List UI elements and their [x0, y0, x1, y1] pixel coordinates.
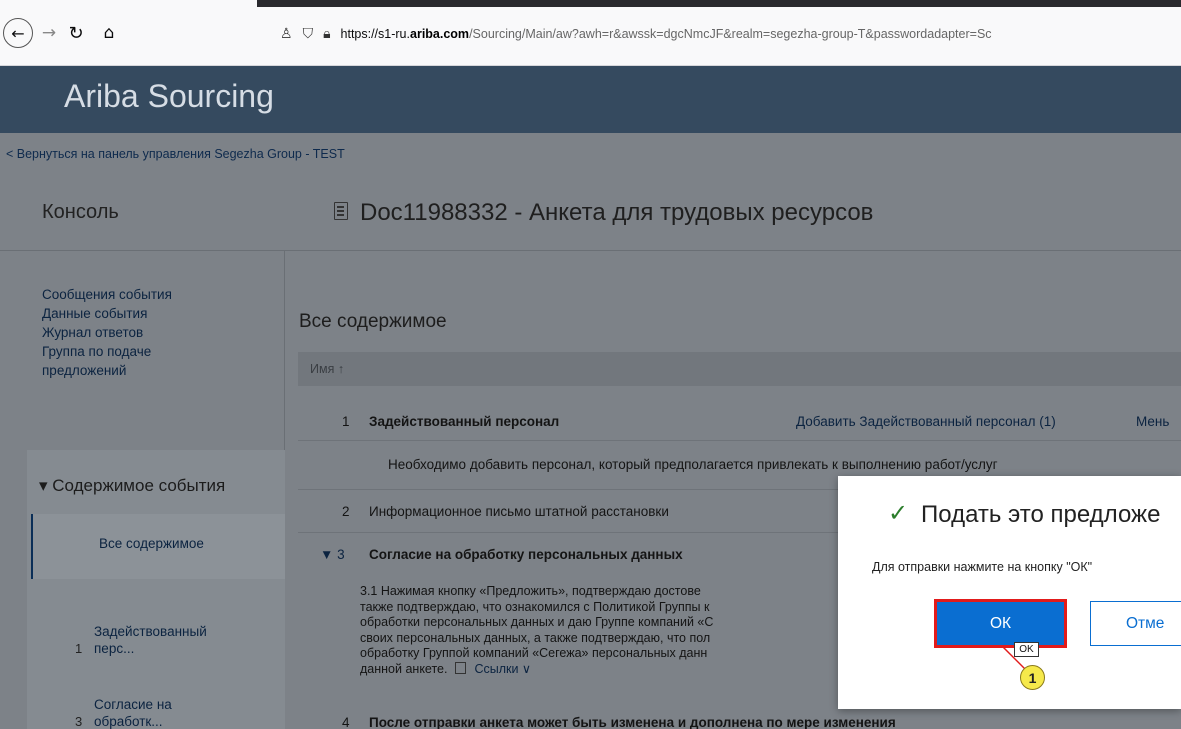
- references-dropdown[interactable]: Ссылки ∨: [474, 662, 531, 676]
- page-title: Doc11988332 - Анкета для трудовых ресурс…: [360, 199, 874, 226]
- sidebar-item-all-content[interactable]: Все содержимое: [31, 514, 285, 579]
- tab-strip: [257, 0, 1181, 7]
- back-arrow-icon[interactable]: ←: [3, 18, 33, 48]
- row-title: После отправки анкета может быть изменен…: [369, 715, 896, 729]
- sidebar-item-number: 3: [75, 714, 83, 729]
- document-icon: [334, 202, 348, 220]
- submit-dialog: ✓ Подать это предложе Для отправки нажми…: [838, 476, 1181, 709]
- library-icon[interactable]: ♙: [280, 26, 293, 42]
- url-prefix: https://s1-ru.: [340, 27, 410, 41]
- sidebar-item-bid-group[interactable]: Группа по подаче: [42, 342, 172, 361]
- sidebar-item-consent[interactable]: Согласие на обработк...: [94, 696, 172, 729]
- home-icon[interactable]: ⌂: [96, 18, 122, 48]
- screen: ← → ↻ ⌂ ♙ ⛉ 🔒︎ https://s1-ru. ariba.com/S…: [0, 0, 1181, 729]
- sidebar-item-label: Согласие на: [94, 697, 172, 712]
- sidebar-item-personnel[interactable]: Задействованный перс...: [94, 623, 207, 657]
- reload-icon[interactable]: ↻: [66, 18, 86, 48]
- add-personnel-link[interactable]: Добавить Задействованный персонал (1): [796, 414, 1056, 429]
- event-content-toggle[interactable]: ▾ Содержимое события: [39, 476, 225, 496]
- header-divider: [0, 250, 1181, 251]
- section-title: Все содержимое: [299, 311, 447, 332]
- row-title: Задействованный персонал: [369, 414, 560, 429]
- row-description: Необходимо добавить персонал, который пр…: [388, 457, 998, 472]
- sidebar-links: Сообщения события Данные события Журнал …: [42, 285, 172, 380]
- app-title: Ariba Sourcing: [64, 78, 274, 114]
- app-header: Ariba Sourcing: [0, 66, 1181, 133]
- sidebar-item-label: Все содержимое: [99, 536, 204, 551]
- cancel-button[interactable]: Отме: [1090, 601, 1181, 646]
- sidebar-item-label: перс...: [94, 641, 135, 656]
- step-number-badge: 1: [1020, 665, 1045, 690]
- checkmark-icon: ✓: [888, 499, 909, 527]
- expand-toggle[interactable]: ▼ 3: [320, 547, 345, 562]
- back-to-dashboard-link[interactable]: < Вернуться на панель управления Segezha…: [6, 147, 345, 161]
- row-divider: [298, 440, 1181, 441]
- lock-icon: 🔒︎: [323, 26, 331, 42]
- column-header-name[interactable]: Имя ↑: [310, 362, 344, 376]
- row-number: 4: [342, 715, 350, 729]
- less-link[interactable]: Мень: [1136, 414, 1169, 429]
- sidebar-item-event-data[interactable]: Данные события: [42, 304, 172, 323]
- sidebar-item-response-log[interactable]: Журнал ответов: [42, 323, 172, 342]
- sidebar-item-label: обработк...: [94, 714, 163, 729]
- dialog-message: Для отправки нажмите на кнопку "ОК": [872, 560, 1093, 574]
- sidebar-item-number: 1: [75, 641, 83, 656]
- event-content-group: ▾ Содержимое события Все содержимое 1 За…: [27, 450, 285, 729]
- ok-button[interactable]: ОК: [934, 599, 1067, 648]
- row-title: Согласие на обработку персональных данны…: [369, 547, 683, 562]
- calculator-icon: [454, 661, 466, 674]
- forward-arrow-icon[interactable]: →: [40, 18, 58, 48]
- row-title[interactable]: Информационное письмо штатной расстановк…: [369, 504, 669, 519]
- url-domain: ariba.com: [410, 27, 470, 41]
- table-header: Имя ↑: [298, 352, 1181, 386]
- row-number: 1: [342, 414, 350, 429]
- paragraph-text: данной анкете.: [360, 661, 448, 676]
- sidebar-item-bid-group-cont[interactable]: предложений: [42, 361, 172, 380]
- address-bar[interactable]: ♙ ⛉ 🔒︎ https://s1-ru. ariba.com/Sourcing/…: [280, 20, 1181, 48]
- sidebar-item-event-messages[interactable]: Сообщения события: [42, 285, 172, 304]
- shield-icon[interactable]: ⛉: [303, 26, 314, 42]
- row-number: 2: [342, 504, 350, 519]
- console-title: Консоль: [42, 201, 119, 223]
- ok-tooltip: OK: [1014, 642, 1039, 657]
- dialog-title: Подать это предложе: [921, 501, 1161, 528]
- url-path: /Sourcing/Main/aw?awh=r&awssk=dgcNmcJF&r…: [469, 27, 992, 41]
- sidebar-item-label: Задействованный: [94, 624, 207, 639]
- browser-toolbar: ← → ↻ ⌂ ♙ ⛉ 🔒︎ https://s1-ru. ariba.com/S…: [0, 0, 1181, 66]
